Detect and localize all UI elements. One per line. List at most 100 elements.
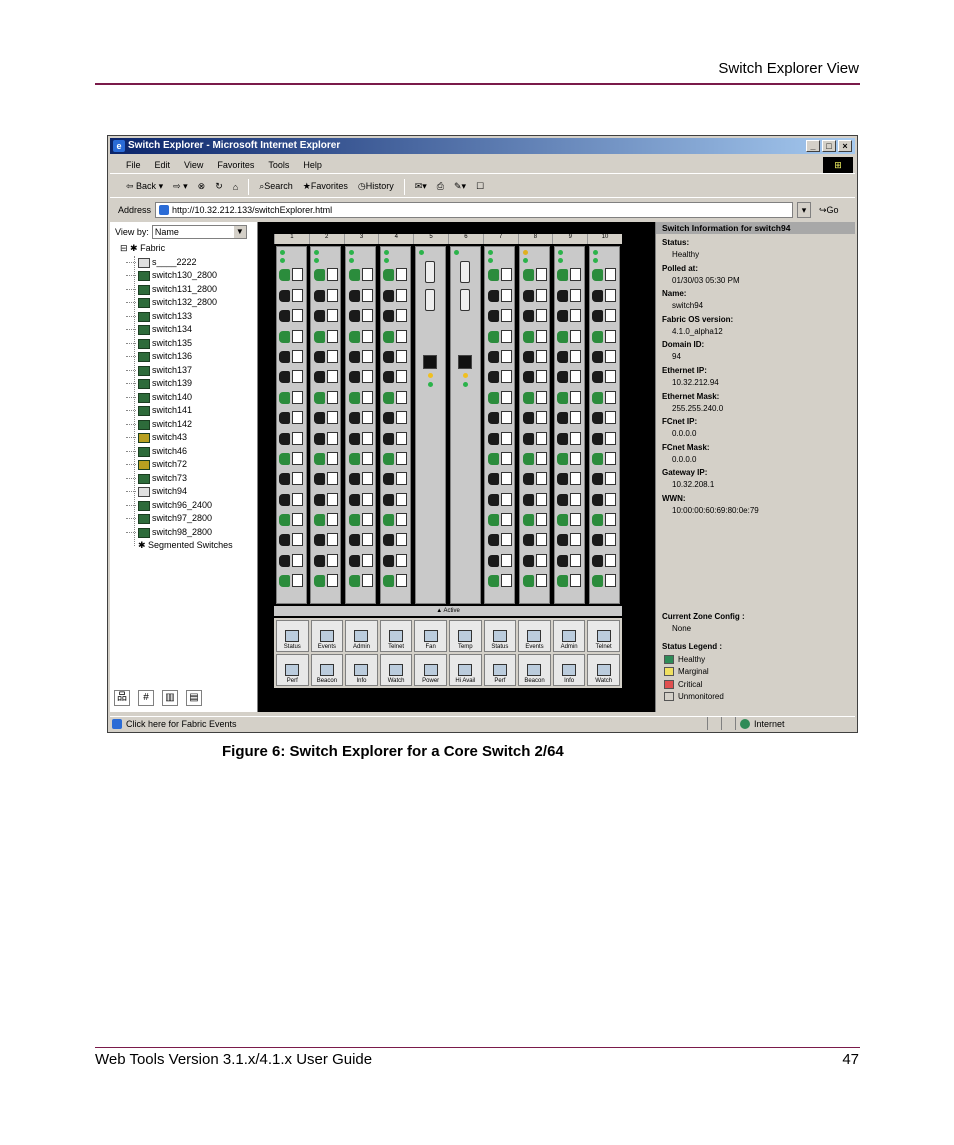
port[interactable] bbox=[279, 369, 303, 385]
port[interactable] bbox=[313, 267, 338, 283]
port[interactable] bbox=[383, 553, 408, 569]
tree-item-switch[interactable]: switch73 bbox=[118, 472, 258, 486]
port[interactable] bbox=[592, 349, 617, 365]
tree-item-switch[interactable]: switch131_2800 bbox=[118, 283, 258, 297]
port[interactable] bbox=[383, 369, 408, 385]
port[interactable] bbox=[279, 288, 303, 304]
port[interactable] bbox=[313, 329, 338, 345]
port[interactable] bbox=[522, 308, 547, 324]
port[interactable] bbox=[592, 573, 617, 589]
print-icon[interactable]: ⎙ bbox=[437, 181, 444, 192]
port[interactable] bbox=[279, 553, 303, 569]
port[interactable] bbox=[557, 410, 582, 426]
port[interactable] bbox=[487, 349, 512, 365]
tree-item-switch[interactable]: switch141 bbox=[118, 404, 258, 418]
port[interactable] bbox=[592, 451, 617, 467]
port[interactable] bbox=[592, 532, 617, 548]
port[interactable] bbox=[522, 431, 547, 447]
tree-item-switch[interactable]: switch94 bbox=[118, 485, 258, 499]
switch-watch-button[interactable]: Watch bbox=[587, 654, 620, 686]
port[interactable] bbox=[383, 471, 408, 487]
history-button[interactable]: ◷History bbox=[358, 181, 394, 192]
port[interactable] bbox=[348, 288, 373, 304]
switch-perf-button[interactable]: Perf bbox=[276, 654, 309, 686]
switch-telnet-button[interactable]: Telnet bbox=[587, 620, 620, 652]
port[interactable] bbox=[522, 369, 547, 385]
tree-view-icon[interactable]: 品 bbox=[114, 690, 130, 706]
stop-icon[interactable]: ⊗ bbox=[198, 181, 206, 192]
tree-item-switch[interactable]: switch136 bbox=[118, 350, 258, 364]
tree-item-switch[interactable]: switch139 bbox=[118, 377, 258, 391]
port-blade[interactable] bbox=[275, 246, 307, 604]
switch-admin-button[interactable]: Admin bbox=[552, 620, 586, 652]
port[interactable] bbox=[348, 431, 373, 447]
port[interactable] bbox=[383, 573, 408, 589]
tree-item-switch[interactable]: switch135 bbox=[118, 337, 258, 351]
switch-beacon-button[interactable]: Beacon bbox=[518, 654, 551, 686]
refresh-icon[interactable]: ↻ bbox=[215, 181, 223, 192]
menu-edit[interactable]: Edit bbox=[155, 156, 171, 173]
port[interactable] bbox=[557, 512, 582, 528]
port[interactable] bbox=[313, 308, 338, 324]
port[interactable] bbox=[313, 349, 338, 365]
port[interactable] bbox=[557, 349, 582, 365]
port[interactable] bbox=[279, 451, 303, 467]
port[interactable] bbox=[557, 573, 582, 589]
port[interactable] bbox=[557, 532, 582, 548]
discuss-icon[interactable]: ☐ bbox=[476, 181, 484, 192]
port[interactable] bbox=[383, 288, 408, 304]
port[interactable] bbox=[279, 410, 303, 426]
port[interactable] bbox=[383, 512, 408, 528]
port[interactable] bbox=[279, 390, 303, 406]
port[interactable] bbox=[487, 390, 512, 406]
port-blade[interactable] bbox=[379, 246, 411, 604]
tree-item-switch[interactable]: switch140 bbox=[118, 391, 258, 405]
address-dropdown[interactable]: ▾ bbox=[797, 202, 811, 218]
port[interactable] bbox=[279, 532, 303, 548]
tree-item-switch[interactable]: switch130_2800 bbox=[118, 269, 258, 283]
port[interactable] bbox=[487, 288, 512, 304]
port[interactable] bbox=[348, 573, 373, 589]
port[interactable] bbox=[522, 349, 547, 365]
tree-item-switch[interactable]: switch137 bbox=[118, 364, 258, 378]
favorites-button[interactable]: ★Favorites bbox=[303, 181, 348, 192]
tree-item-switch[interactable]: switch133 bbox=[118, 310, 258, 324]
port-blade[interactable] bbox=[310, 246, 342, 604]
port[interactable] bbox=[383, 431, 408, 447]
port[interactable] bbox=[557, 369, 582, 385]
grid-view-icon[interactable]: # bbox=[138, 690, 154, 706]
port[interactable] bbox=[348, 329, 373, 345]
switch-events-button[interactable]: Events bbox=[518, 620, 551, 652]
port-blade[interactable] bbox=[345, 246, 377, 604]
port[interactable] bbox=[383, 267, 408, 283]
port[interactable] bbox=[313, 532, 338, 548]
port[interactable] bbox=[348, 471, 373, 487]
tree-item-switch[interactable]: switch43 bbox=[118, 431, 258, 445]
port[interactable] bbox=[522, 390, 547, 406]
switch-status-button[interactable]: Status bbox=[276, 620, 309, 652]
tree-item-switch[interactable]: switch96_2400 bbox=[118, 499, 258, 513]
switch-admin-button[interactable]: Admin bbox=[345, 620, 378, 652]
port[interactable] bbox=[383, 410, 408, 426]
back-button[interactable]: ⇦ Back ▾ bbox=[126, 181, 163, 192]
port[interactable] bbox=[487, 471, 512, 487]
switch-hi-avail-button[interactable]: Hi Avail bbox=[448, 654, 482, 686]
port[interactable] bbox=[348, 492, 373, 508]
port[interactable] bbox=[348, 349, 373, 365]
port[interactable] bbox=[348, 308, 373, 324]
port[interactable] bbox=[313, 573, 338, 589]
port[interactable] bbox=[487, 553, 512, 569]
tree-root-fabric[interactable]: ⊟ ✱ Fabric bbox=[118, 242, 258, 256]
port[interactable] bbox=[383, 532, 408, 548]
port[interactable] bbox=[522, 492, 547, 508]
port[interactable] bbox=[522, 288, 547, 304]
tree-item-switch[interactable]: switch46 bbox=[118, 445, 258, 459]
tree-item-switch[interactable]: switch134 bbox=[118, 323, 258, 337]
port[interactable] bbox=[487, 308, 512, 324]
tree-item-segmented[interactable]: ✱ Segmented Switches bbox=[118, 539, 258, 553]
port[interactable] bbox=[592, 410, 617, 426]
port[interactable] bbox=[557, 431, 582, 447]
port[interactable] bbox=[383, 492, 408, 508]
port[interactable] bbox=[522, 553, 547, 569]
cp-blade[interactable] bbox=[414, 246, 446, 604]
